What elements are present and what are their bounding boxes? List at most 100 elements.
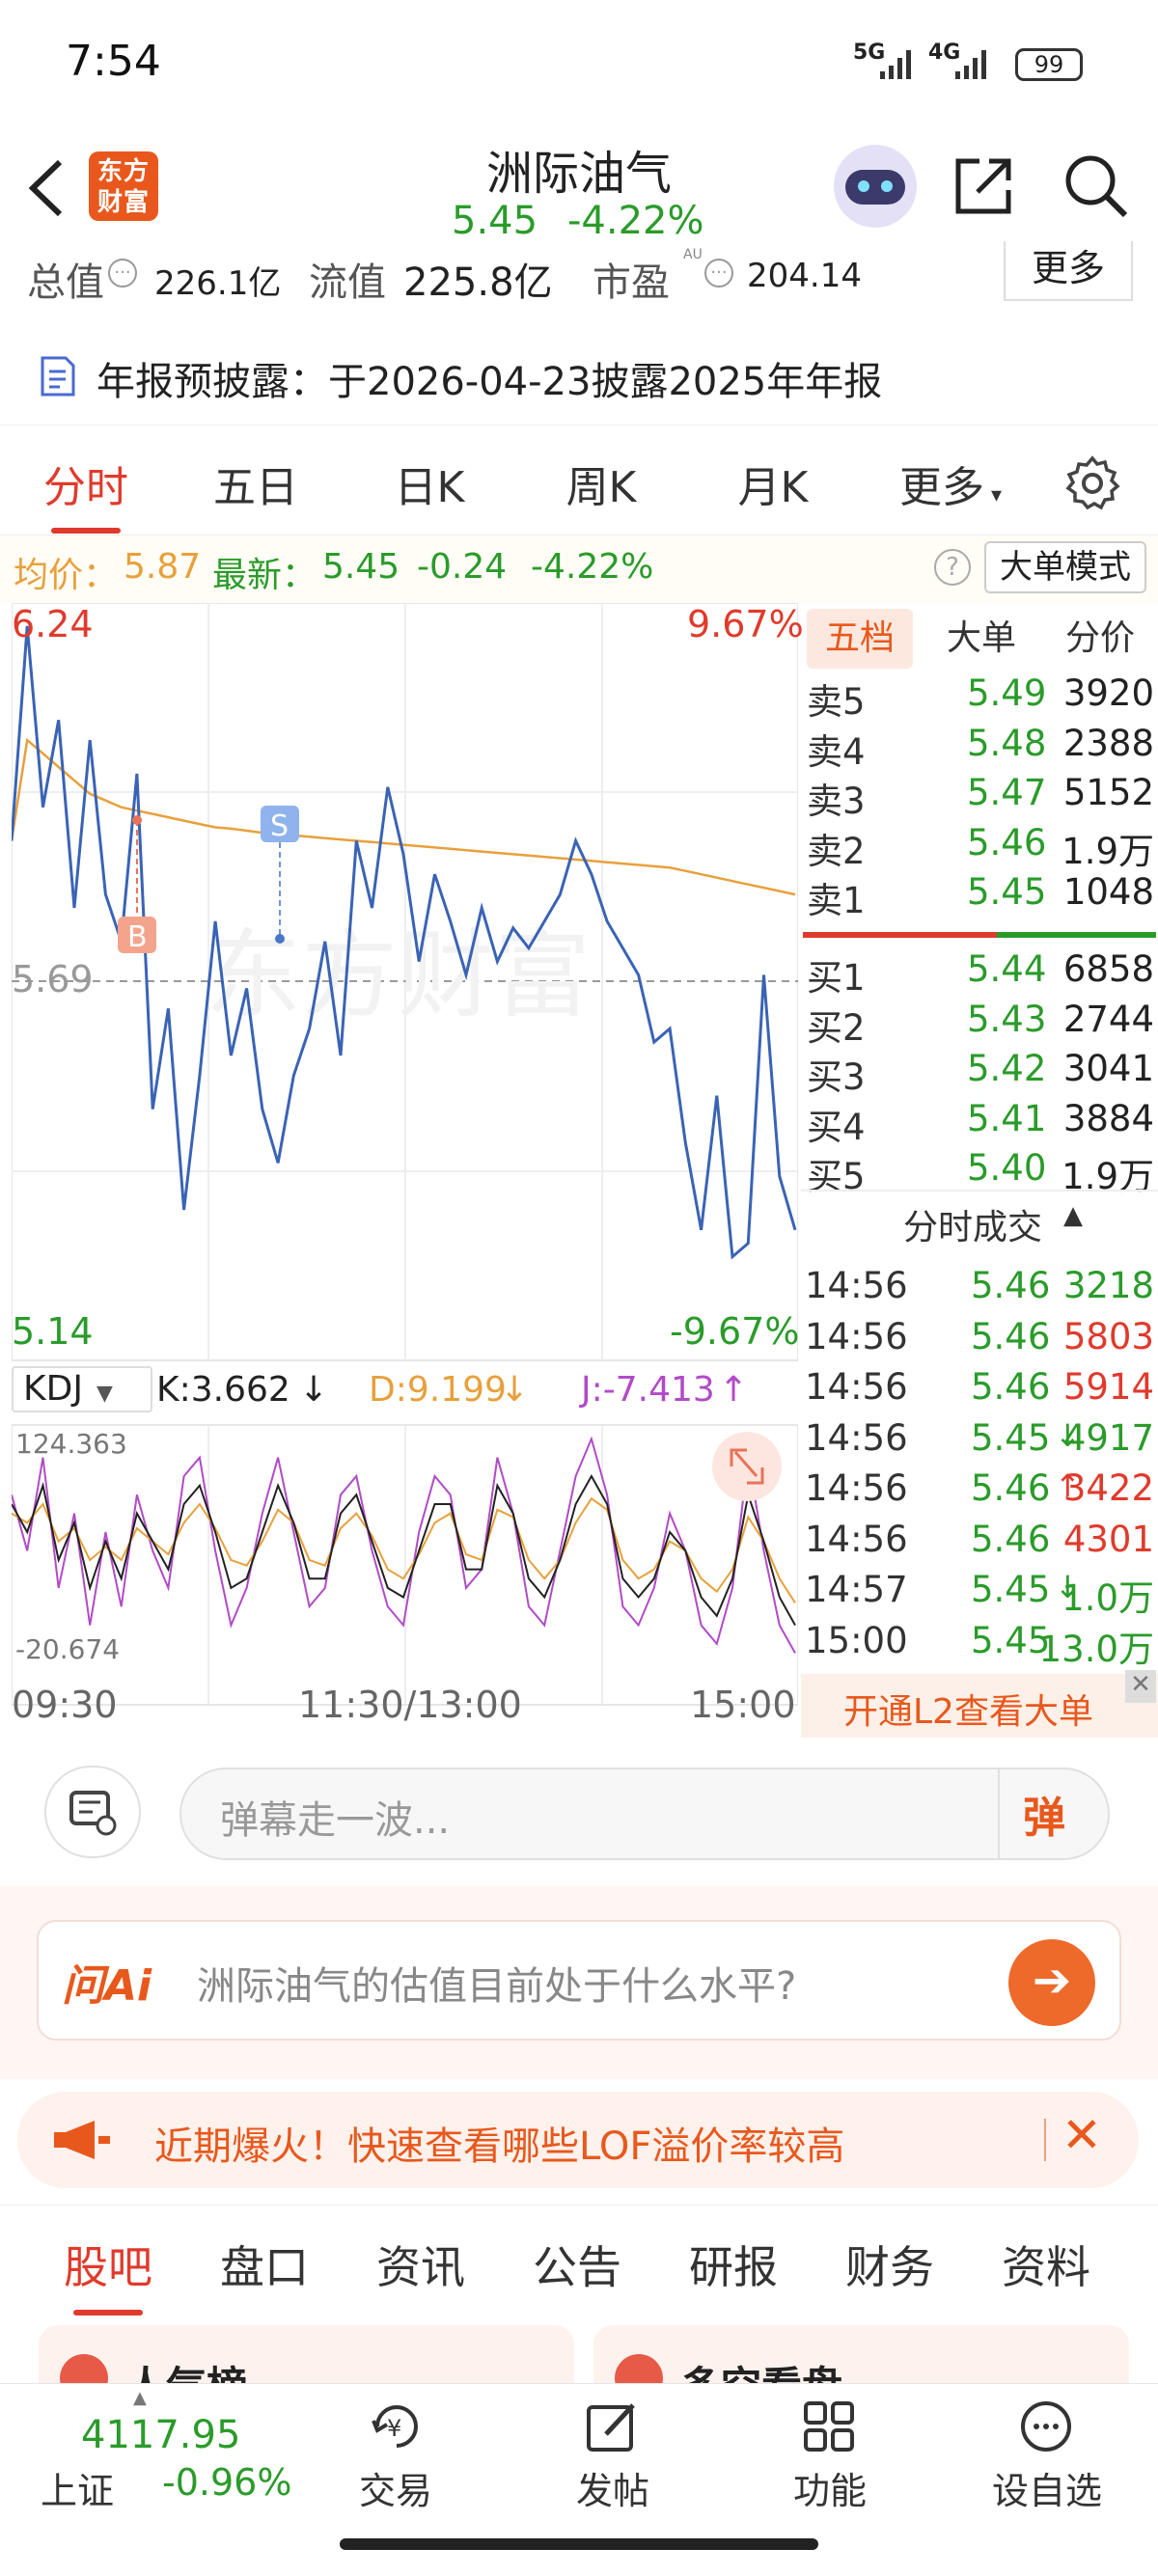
- tab-big-orders[interactable]: 大单: [938, 609, 1025, 669]
- sells-row[interactable]: 卖4 5.48 2388: [801, 723, 1158, 773]
- sells-level: 卖4: [807, 730, 866, 773]
- nav-functions-label: 功能: [792, 2470, 867, 2512]
- danmu-settings-icon[interactable]: [44, 1766, 141, 1858]
- sells-price: 5.49: [967, 672, 1047, 714]
- ai-question-card[interactable]: 问Ai 洲际油气的估值目前处于什么水平? ➔: [37, 1920, 1121, 2041]
- subtab-profile[interactable]: 资料: [1002, 2233, 1090, 2296]
- subtab-guba[interactable]: 股吧: [64, 2233, 152, 2316]
- tab-month-k[interactable]: 月K: [701, 452, 845, 514]
- kdj-selector[interactable]: KDJ ▼: [12, 1366, 152, 1412]
- index-value[interactable]: 4117.95: [81, 2413, 240, 2457]
- expand-icon[interactable]: [712, 1432, 782, 1501]
- ai-robot-icon[interactable]: [834, 145, 917, 228]
- mid-price: 5.69: [12, 958, 94, 1000]
- share-icon[interactable]: [951, 151, 1018, 219]
- tab-five-levels[interactable]: 五档: [807, 609, 913, 669]
- subtab-announcement[interactable]: 公告: [533, 2233, 621, 2296]
- top-price: 6.24: [12, 603, 94, 645]
- buys-row[interactable]: 买3 5.42 3041: [801, 1048, 1158, 1098]
- kdj-j: J:-7.413: [581, 1370, 715, 1410]
- sells-row[interactable]: 卖2 5.46 1.9万: [801, 822, 1158, 872]
- divider: [998, 1769, 1000, 1858]
- index-change[interactable]: -0.96%: [162, 2461, 291, 2504]
- back-arrow-icon[interactable]: [21, 156, 69, 220]
- big-order-mode-button[interactable]: 大单模式: [984, 541, 1146, 593]
- info-icon[interactable]: ···: [108, 259, 137, 288]
- buys-row[interactable]: 买1 5.44 6858: [801, 948, 1158, 999]
- trade-row: 14:56 5.46 ↑ 3422: [801, 1467, 1158, 1516]
- sells-row[interactable]: 卖5 5.49 3920: [801, 672, 1158, 723]
- price-info-bar: 均价： 5.87 最新： 5.45 -0.24 -4.22% ? 大单模式: [0, 535, 1158, 603]
- trade-volume: 13.0万: [1038, 1628, 1154, 1670]
- tab-more[interactable]: 更多 ▾: [883, 452, 1018, 514]
- app-logo[interactable]: 东方财富: [89, 151, 158, 221]
- tab-more-label: 更多: [898, 463, 984, 512]
- search-icon[interactable]: [1062, 151, 1131, 221]
- subtab-pankou[interactable]: 盘口: [220, 2233, 309, 2296]
- trades-title[interactable]: 分时成交: [903, 1199, 1042, 1249]
- trade-volume: 4301: [1062, 1518, 1154, 1560]
- send-arrow-icon[interactable]: ➔: [1008, 1939, 1095, 2026]
- tab-intraday[interactable]: 分时: [14, 452, 158, 534]
- stock-change-pct: -4.22%: [567, 199, 704, 243]
- intraday-chart: 东方财富 B S: [10, 602, 799, 1706]
- tab-price-dist[interactable]: 分价: [1052, 609, 1148, 669]
- sells-volume: 5152: [1062, 772, 1154, 813]
- buys-row[interactable]: 买5 5.40 1.9万: [801, 1147, 1158, 1197]
- trade-row: 14:56 5.46 4301: [801, 1519, 1158, 1567]
- chart-tabs: 分时 五日 日K 周K 月K 更多 ▾: [0, 425, 1158, 535]
- sells-level: 卖2: [807, 830, 866, 872]
- trade-row: 14:56 5.46 5914: [801, 1366, 1158, 1414]
- megaphone-icon: [54, 2121, 110, 2159]
- subtab-news[interactable]: 资讯: [376, 2233, 465, 2296]
- danmu-toggle-icon[interactable]: 弹: [1023, 1783, 1085, 1845]
- trade-volume: 3218: [1062, 1265, 1154, 1306]
- marker-b[interactable]: B: [118, 815, 156, 954]
- buy-sell-ratio-bar: [803, 932, 1156, 938]
- caret-up-icon[interactable]: ▲: [1063, 1201, 1083, 1230]
- kdj-label: KDJ: [23, 1369, 83, 1409]
- buys-row[interactable]: 买4 5.41 3884: [801, 1098, 1158, 1148]
- bottom-price: 5.14: [12, 1310, 94, 1353]
- annual-report-notice[interactable]: 年报预披露：于2026-04-23披露2025年年报: [0, 333, 1158, 425]
- buys-row[interactable]: 买2 5.43 2744: [801, 998, 1158, 1049]
- buys-level: 买3: [807, 1056, 866, 1098]
- help-icon[interactable]: ?: [934, 549, 971, 586]
- subtab-finance[interactable]: 财务: [845, 2233, 934, 2296]
- divider: [1044, 2119, 1046, 2161]
- buys-volume: 2744: [1062, 998, 1154, 1040]
- close-icon[interactable]: ✕: [1125, 1670, 1156, 1703]
- buys-price: 5.40: [967, 1147, 1047, 1189]
- signal-icon-2: [955, 50, 986, 79]
- tab-five-day[interactable]: 五日: [183, 452, 328, 514]
- bottom-navigation: ▲ 4117.95 上证 -0.96% ¥ 交易 发帖 功能 设自选: [0, 2383, 1158, 2576]
- sells-row[interactable]: 卖1 5.45 1048: [801, 871, 1158, 921]
- pe-value: 204.14: [747, 257, 862, 295]
- subtab-research[interactable]: 研报: [689, 2233, 778, 2296]
- intraday-chart-area[interactable]: 东方财富 B S 6.24 9.67% 5.69 5.14 -9.67% 124…: [10, 602, 804, 1751]
- total-value: 226.1亿: [154, 264, 282, 303]
- close-icon[interactable]: ✕: [1062, 2107, 1102, 2163]
- sells-volume: 1.9万: [1062, 830, 1154, 872]
- tab-day-k[interactable]: 日K: [357, 452, 502, 514]
- sells-level: 卖5: [807, 681, 866, 723]
- home-indicator: [340, 2538, 818, 2550]
- marker-b-label: B: [127, 920, 148, 954]
- tab-intraday-label: 分时: [43, 463, 128, 512]
- settings-gear-icon[interactable]: [1063, 454, 1121, 512]
- trade-row: 15:00 5.45 13.0万: [801, 1620, 1158, 1670]
- subtab-guba-label: 股吧: [64, 2241, 152, 2293]
- l2-banner[interactable]: 开通L2查看大单 ✕: [801, 1670, 1158, 1738]
- promo-banner[interactable]: 近期爆火！快速查看哪些LOF溢价率较高 ✕: [17, 2092, 1139, 2188]
- latest-value: 5.45: [322, 547, 400, 587]
- info-icon-2[interactable]: ···: [704, 259, 733, 288]
- more-stats-button[interactable]: 更多: [1004, 241, 1133, 301]
- buys-level: 买1: [807, 957, 866, 999]
- tab-week-k[interactable]: 周K: [529, 452, 674, 514]
- index-name[interactable]: 上证: [41, 2461, 114, 2514]
- k-down-arrow-icon: ↓: [299, 1370, 329, 1410]
- latest-label: 最新：: [212, 556, 317, 595]
- sells-row[interactable]: 卖3 5.47 5152: [801, 772, 1158, 822]
- avg-value: 5.87: [124, 547, 202, 587]
- danmu-input[interactable]: 弹幕走一波... 弹: [179, 1768, 1110, 1860]
